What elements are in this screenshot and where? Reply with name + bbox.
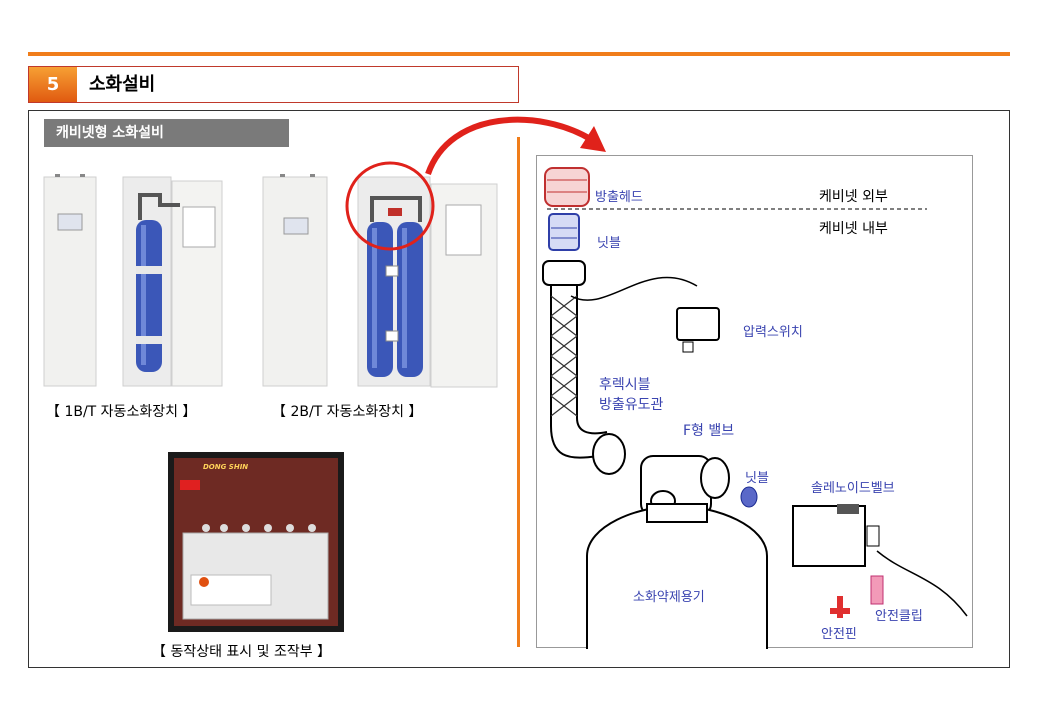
label-pressure-switch: 압력스위치 [743,325,803,340]
component-diagram: 방출헤드 케비넷 외부 케비넷 내부 닛블 압력스위치 후렉시블 방출유도관 F… [536,155,973,649]
caption-1b-cabinet: 【 1B/T 자동소화장치 】 [46,404,197,420]
cabinet-1b-closed [43,174,97,387]
safety-clip-part [870,575,884,605]
cabinet-1b-open [122,176,223,387]
nipple-mid-part [740,486,758,508]
control-panel [168,452,344,632]
discharge-head-part [544,167,590,207]
cabinet-2b-open [345,161,498,388]
container-part [586,503,768,649]
label-flex-hose-2: 방출유도관 [599,397,664,413]
pressure-switch-part [676,307,720,353]
label-inside: 케비넷 내부 [819,221,888,237]
label-solenoid: 솔레노이드벨브 [811,481,895,496]
label-discharge-head: 방출헤드 [595,190,643,205]
label-outside: 케비넷 외부 [819,189,888,205]
label-safety-clip: 안전클립 [875,609,923,624]
cabinet-2b-closed [262,174,328,387]
label-safety-pin: 안전핀 [821,627,857,642]
flexible-hose-part [542,260,626,475]
label-nipple-top: 닛블 [597,236,621,251]
caption-2b-cabinet: 【 2B/T 자동소화장치 】 [272,404,423,420]
safety-pin-part [830,596,850,618]
caption-panel: 【 동작상태 표시 및 조작부 】 [152,644,332,660]
panel-brand: DONG SHIN [203,463,249,471]
label-container: 소화약제용기 [633,590,705,605]
label-flex-hose-1: 후렉시블 [599,377,651,393]
label-f-valve: F형 밸브 [683,423,735,439]
nipple-top-part [548,213,580,251]
label-nipple-mid: 닛블 [745,471,769,486]
